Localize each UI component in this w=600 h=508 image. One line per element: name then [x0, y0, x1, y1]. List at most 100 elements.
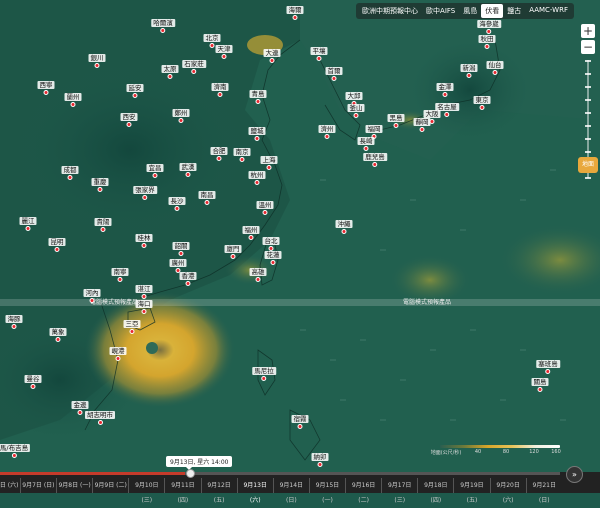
- city-marker[interactable]: 哈爾濱: [151, 19, 175, 33]
- timeline-day[interactable]: 9月9日 (二): [92, 478, 128, 493]
- city-marker[interactable]: 台北: [262, 237, 280, 251]
- tab-aamc-wrf[interactable]: AAMC-WRF: [525, 4, 572, 18]
- city-marker[interactable]: 西安: [120, 113, 138, 127]
- city-marker[interactable]: 石家莊: [182, 60, 206, 74]
- city-marker[interactable]: 韶關: [172, 242, 190, 256]
- city-marker[interactable]: 溫州: [256, 201, 274, 215]
- city-marker[interactable]: 東京: [473, 96, 491, 110]
- city-marker[interactable]: 馬尼拉: [252, 367, 276, 381]
- city-marker[interactable]: 納卯: [311, 453, 329, 467]
- city-marker[interactable]: 平壤: [310, 47, 328, 61]
- city-marker[interactable]: 合肥: [210, 147, 228, 161]
- city-marker[interactable]: 馬/布吉島: [0, 444, 31, 458]
- tab-model-5[interactable]: 鹽古: [503, 4, 525, 18]
- surface-level-badge[interactable]: 地面: [578, 157, 598, 173]
- city-marker[interactable]: 三亞: [123, 320, 141, 334]
- city-marker[interactable]: 濟南: [211, 83, 229, 97]
- city-marker[interactable]: 宿霧: [291, 415, 309, 429]
- city-marker[interactable]: 胡志明市: [85, 411, 115, 425]
- city-marker[interactable]: 香港: [179, 272, 197, 286]
- city-marker[interactable]: 萬象: [49, 328, 67, 342]
- city-marker[interactable]: 福州: [242, 226, 260, 240]
- city-marker[interactable]: 南昌: [198, 191, 216, 205]
- city-marker[interactable]: 花蓮: [264, 251, 282, 265]
- city-marker[interactable]: 鹿兒島: [363, 153, 387, 167]
- city-marker[interactable]: 海豚: [5, 315, 23, 329]
- city-marker[interactable]: 仙台: [486, 61, 504, 75]
- city-marker[interactable]: 武漢: [179, 163, 197, 177]
- city-marker[interactable]: 上海: [260, 156, 278, 170]
- city-marker[interactable]: 新潟: [460, 64, 478, 78]
- timeline[interactable]: 9月6日 (六)9月7日 (日)9月8日 (一)9月9日 (二)9月10日 (三…: [0, 472, 600, 504]
- city-marker[interactable]: 釜山: [347, 104, 365, 118]
- city-marker[interactable]: 張家界: [133, 186, 157, 200]
- city-marker[interactable]: 鹽城: [248, 127, 266, 141]
- timeline-day[interactable]: 9月21日 (日): [525, 478, 562, 504]
- zoom-in-button[interactable]: +: [581, 24, 595, 38]
- city-marker[interactable]: 金澤: [436, 83, 454, 97]
- city-marker[interactable]: 延安: [126, 84, 144, 98]
- city-marker[interactable]: 關島: [531, 378, 549, 392]
- city-marker[interactable]: 海口: [135, 300, 153, 314]
- city-marker[interactable]: 麗江: [19, 217, 37, 231]
- city-label: 太原: [161, 65, 179, 73]
- timeline-day[interactable]: 9月15日 (一): [308, 478, 345, 504]
- timeline-day[interactable]: 9月19日 (五): [453, 478, 489, 504]
- city-marker[interactable]: 長沙: [168, 197, 186, 211]
- zoom-out-button[interactable]: −: [581, 40, 595, 54]
- timeline-day[interactable]: 9月7日 (日): [19, 478, 56, 493]
- timeline-day[interactable]: 9月11日 (四): [164, 478, 200, 504]
- city-marker[interactable]: 廣州: [169, 259, 187, 273]
- city-label: 重慶: [91, 178, 109, 186]
- tab-ecmwf-aifs[interactable]: 歐中AIFS: [422, 4, 459, 18]
- city-marker[interactable]: 成都: [61, 166, 79, 180]
- city-marker[interactable]: 黑島: [387, 114, 405, 128]
- timeline-day[interactable]: 9月13日 (六): [236, 478, 273, 504]
- city-marker[interactable]: 河內: [83, 289, 101, 303]
- tab-ecmwf[interactable]: 歐洲中期預報中心: [358, 4, 422, 18]
- city-marker[interactable]: 桂林: [135, 234, 153, 248]
- city-marker[interactable]: 海參崴: [477, 20, 501, 34]
- timeline-day[interactable]: 9月14日 (日): [272, 478, 309, 504]
- city-marker[interactable]: 重慶: [91, 178, 109, 192]
- timeline-day[interactable]: 9月17日 (三): [381, 478, 417, 504]
- city-marker[interactable]: 杭州: [248, 171, 266, 185]
- city-marker[interactable]: 南寧: [111, 268, 129, 282]
- city-marker[interactable]: 西寧: [37, 81, 55, 95]
- timeline-day[interactable]: 9月6日 (六): [0, 478, 20, 493]
- city-marker[interactable]: 濟州: [318, 125, 336, 139]
- city-marker[interactable]: 南京: [233, 148, 251, 162]
- timeline-day[interactable]: 9月8日 (一): [56, 478, 92, 493]
- city-marker[interactable]: 長崎: [357, 137, 375, 151]
- city-marker[interactable]: 海爾: [286, 6, 304, 20]
- timeline-day[interactable]: 9月18日 (四): [417, 478, 453, 504]
- city-marker[interactable]: 塞班島: [536, 360, 560, 374]
- city-marker[interactable]: 青島: [249, 90, 267, 104]
- city-marker[interactable]: 宜昌: [146, 164, 164, 178]
- city-marker[interactable]: 蘭州: [64, 93, 82, 107]
- city-marker[interactable]: 鄭州: [172, 109, 190, 123]
- timeline-day[interactable]: 9月16日 (二): [345, 478, 381, 504]
- timeline-handle[interactable]: [186, 469, 195, 478]
- tab-model-3[interactable]: 風島: [459, 4, 481, 18]
- tab-model-4[interactable]: 伏看: [481, 4, 504, 18]
- city-marker[interactable]: 太原: [161, 65, 179, 79]
- play-forward-button[interactable]: »: [566, 466, 583, 483]
- city-marker[interactable]: 大連: [263, 49, 281, 63]
- city-marker[interactable]: 首爾: [325, 67, 343, 81]
- city-marker[interactable]: 貴陽: [94, 218, 112, 232]
- city-marker[interactable]: 昆明: [48, 238, 66, 252]
- city-marker[interactable]: 高雄: [249, 268, 267, 282]
- city-marker[interactable]: 靜岡: [413, 118, 431, 132]
- city-marker[interactable]: 廈門: [224, 245, 242, 259]
- city-marker[interactable]: 秋田: [478, 35, 496, 49]
- city-marker[interactable]: 天津: [215, 45, 233, 59]
- city-marker[interactable]: 峴港: [109, 347, 127, 361]
- city-marker[interactable]: 沖繩: [335, 220, 353, 234]
- timeline-day[interactable]: 9月20日 (六): [489, 478, 526, 504]
- timeline-day[interactable]: 9月10日 (三): [128, 478, 164, 504]
- timeline-day[interactable]: 9月12日 (五): [200, 478, 237, 504]
- city-marker[interactable]: 銀川: [88, 54, 106, 68]
- city-marker[interactable]: 湛江: [135, 285, 153, 299]
- city-marker[interactable]: 曼谷: [24, 375, 42, 389]
